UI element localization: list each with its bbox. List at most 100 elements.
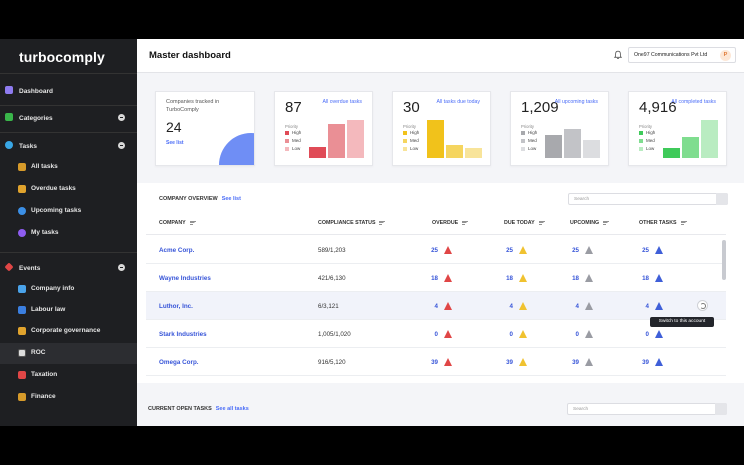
card-link[interactable]: All overdue tasks <box>310 99 362 106</box>
other-count[interactable]: 4 <box>629 303 649 310</box>
see-all-tasks-link[interactable]: See all tasks <box>216 406 249 412</box>
sort-icon[interactable] <box>603 220 610 225</box>
other-count[interactable]: 39 <box>629 359 649 366</box>
legend-label: High <box>292 130 302 135</box>
overdue-count[interactable]: 0 <box>418 331 438 338</box>
sort-icon[interactable] <box>379 220 386 225</box>
overdue-count[interactable]: 25 <box>418 247 438 254</box>
col-due-today[interactable]: DUE TODAY <box>504 220 545 226</box>
sort-icon[interactable] <box>538 220 545 225</box>
sidebar-item-taxation[interactable]: Taxation <box>0 365 137 386</box>
col-compliance-status[interactable]: COMPLIANCE STATUS <box>318 220 386 226</box>
legend-label: High <box>646 130 656 135</box>
section-title-text: CURRENT OPEN TASKS <box>148 406 212 412</box>
brand-logo[interactable]: turbocomply <box>19 49 105 65</box>
sort-icon[interactable] <box>189 220 196 225</box>
due-today-count[interactable]: 18 <box>493 275 513 282</box>
sidebar-item-company-info[interactable]: Company info <box>0 279 137 300</box>
see-list-link[interactable]: See list <box>222 196 241 202</box>
table-scrollbar[interactable] <box>722 240 726 280</box>
col-company[interactable]: COMPANY <box>159 220 196 226</box>
collapse-icon[interactable] <box>118 264 125 271</box>
warning-icon <box>444 274 452 282</box>
table-row[interactable]: Stark Industries 1,005/1,020 0 0 0 0 <box>146 320 726 348</box>
legend-item: High <box>639 130 655 135</box>
bell-icon[interactable] <box>613 50 623 60</box>
sidebar-item-dashboard[interactable]: Dashboard <box>0 82 137 100</box>
sidebar-item-label: Labour law <box>31 306 66 313</box>
see-list-link[interactable]: See list <box>166 140 184 146</box>
sort-icon[interactable] <box>462 220 469 225</box>
sidebar-item-roc[interactable]: ROC <box>0 343 137 364</box>
overdue-count[interactable]: 4 <box>418 303 438 310</box>
sidebar-item-upcoming-tasks[interactable]: Upcoming tasks <box>0 201 137 222</box>
upcoming-count[interactable]: 39 <box>559 359 579 366</box>
priority-bar <box>446 145 463 158</box>
col-upcoming[interactable]: UPCOMING <box>570 220 610 226</box>
card-link[interactable]: All tasks due today <box>428 99 480 106</box>
sidebar-item-categories[interactable]: Categories <box>0 109 137 127</box>
sidebar-item-all-tasks[interactable]: All tasks <box>0 157 137 178</box>
other-count[interactable]: 25 <box>629 247 649 254</box>
priority-label: Priority <box>403 124 417 129</box>
col-label: COMPANY <box>159 220 186 226</box>
card-link[interactable]: All completed tasks <box>664 99 716 106</box>
due-today-count[interactable]: 39 <box>493 359 513 366</box>
sidebar-item-events[interactable]: Events <box>0 259 137 277</box>
search-icon[interactable] <box>716 193 728 205</box>
sidebar-item-finance[interactable]: Finance <box>0 387 137 408</box>
company-switcher[interactable]: One97 Communications Pvt Ltd P <box>628 47 736 63</box>
legend-item: Med <box>403 138 419 143</box>
search-icon[interactable] <box>715 403 727 415</box>
sidebar-item-label: ROC <box>31 349 46 356</box>
priority-bar <box>545 135 562 158</box>
upcoming-count[interactable]: 18 <box>559 275 579 282</box>
company-link[interactable]: Luthor, Inc. <box>159 303 193 310</box>
warning-icon <box>519 358 527 366</box>
overdue-count[interactable]: 39 <box>418 359 438 366</box>
sidebar-item-my-tasks[interactable]: My tasks <box>0 223 137 244</box>
upcoming-count[interactable]: 4 <box>559 303 579 310</box>
overdue-count[interactable]: 18 <box>418 275 438 282</box>
warning-icon <box>585 358 593 366</box>
card-link[interactable]: All upcoming tasks <box>546 99 598 106</box>
other-count[interactable]: 0 <box>629 331 649 338</box>
other-count[interactable]: 18 <box>629 275 649 282</box>
compliance-status: 421/6,130 <box>318 275 346 282</box>
table-row[interactable]: Luthor, Inc. 6/3,121 4 4 4 4 <box>146 292 726 320</box>
sidebar-item-labour-law[interactable]: Labour law <box>0 300 137 321</box>
switch-account-icon[interactable] <box>697 300 708 311</box>
divider <box>0 132 137 133</box>
legend-label: Low <box>646 146 655 151</box>
priority-bar <box>309 147 326 158</box>
sort-icon[interactable] <box>680 220 687 225</box>
sidebar-item-overdue-tasks[interactable]: Overdue tasks <box>0 179 137 200</box>
priority-bar <box>701 120 718 158</box>
table-row[interactable]: Omega Corp. 916/5,120 39 39 39 39 <box>146 348 726 376</box>
document-icon <box>18 349 26 357</box>
person-icon <box>18 285 26 293</box>
col-other-tasks[interactable]: OTHER TASKS <box>639 220 687 226</box>
table-header: COMPANY COMPLIANCE STATUS OVERDUE DUE TO… <box>146 210 726 235</box>
page-title: Master dashboard <box>149 50 231 61</box>
company-link[interactable]: Wayne Industries <box>159 275 211 282</box>
collapse-icon[interactable] <box>118 142 125 149</box>
company-link[interactable]: Stark Industries <box>159 331 207 338</box>
company-search-input[interactable]: Search <box>568 193 728 205</box>
upcoming-count[interactable]: 0 <box>559 331 579 338</box>
table-row[interactable]: Wayne Industries 421/6,130 18 18 18 18 <box>146 264 726 292</box>
sidebar-item-corporate-governance[interactable]: Corporate governance <box>0 321 137 342</box>
col-overdue[interactable]: OVERDUE <box>432 220 469 226</box>
due-today-count[interactable]: 4 <box>493 303 513 310</box>
company-link[interactable]: Acme Corp. <box>159 247 194 254</box>
table-row[interactable]: Acme Corp. 589/1,203 25 25 25 25 <box>146 236 726 264</box>
company-link[interactable]: Omega Corp. <box>159 359 199 366</box>
sidebar-item-tasks[interactable]: Tasks <box>0 137 137 155</box>
sidebar-item-label: Categories <box>19 114 53 122</box>
due-today-count[interactable]: 25 <box>493 247 513 254</box>
open-tasks-search-input[interactable]: Search <box>567 403 727 415</box>
upcoming-count[interactable]: 25 <box>559 247 579 254</box>
due-today-count[interactable]: 0 <box>493 331 513 338</box>
collapse-icon[interactable] <box>118 114 125 121</box>
col-label: OVERDUE <box>432 220 459 226</box>
